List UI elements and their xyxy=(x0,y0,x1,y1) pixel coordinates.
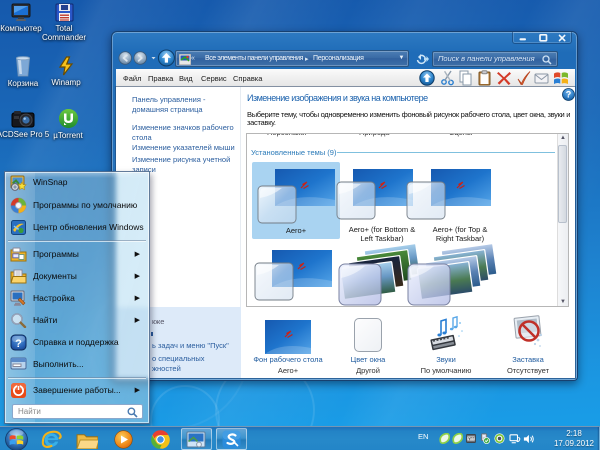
svg-text:?: ? xyxy=(15,337,22,349)
